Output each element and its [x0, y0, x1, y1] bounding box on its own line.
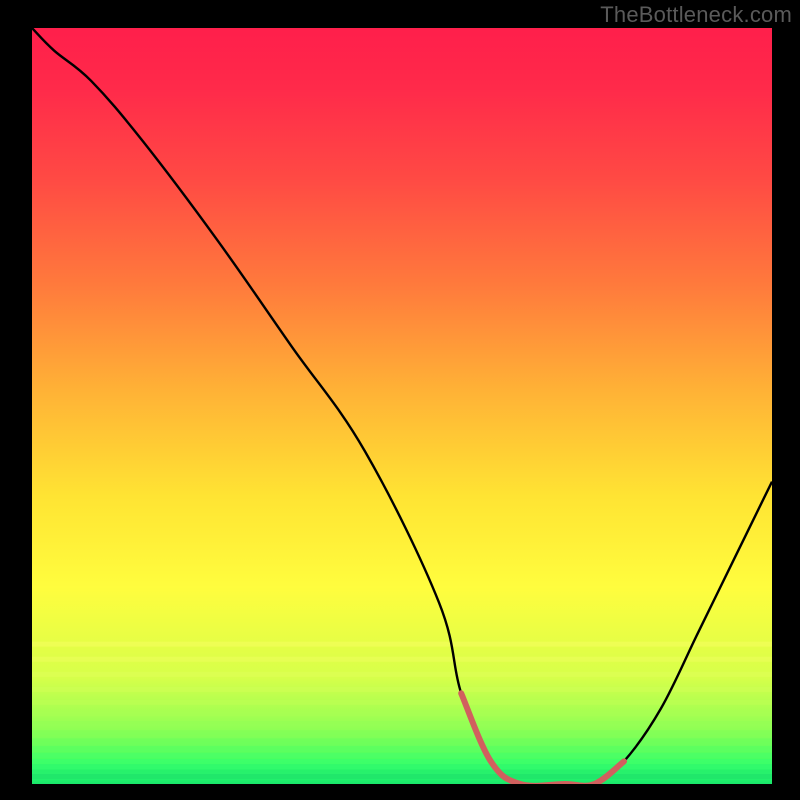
- watermark-text: TheBottleneck.com: [600, 2, 792, 28]
- plot-area: [32, 28, 772, 784]
- chart-frame: TheBottleneck.com: [0, 0, 800, 800]
- bottleneck-plot-svg: [32, 28, 772, 784]
